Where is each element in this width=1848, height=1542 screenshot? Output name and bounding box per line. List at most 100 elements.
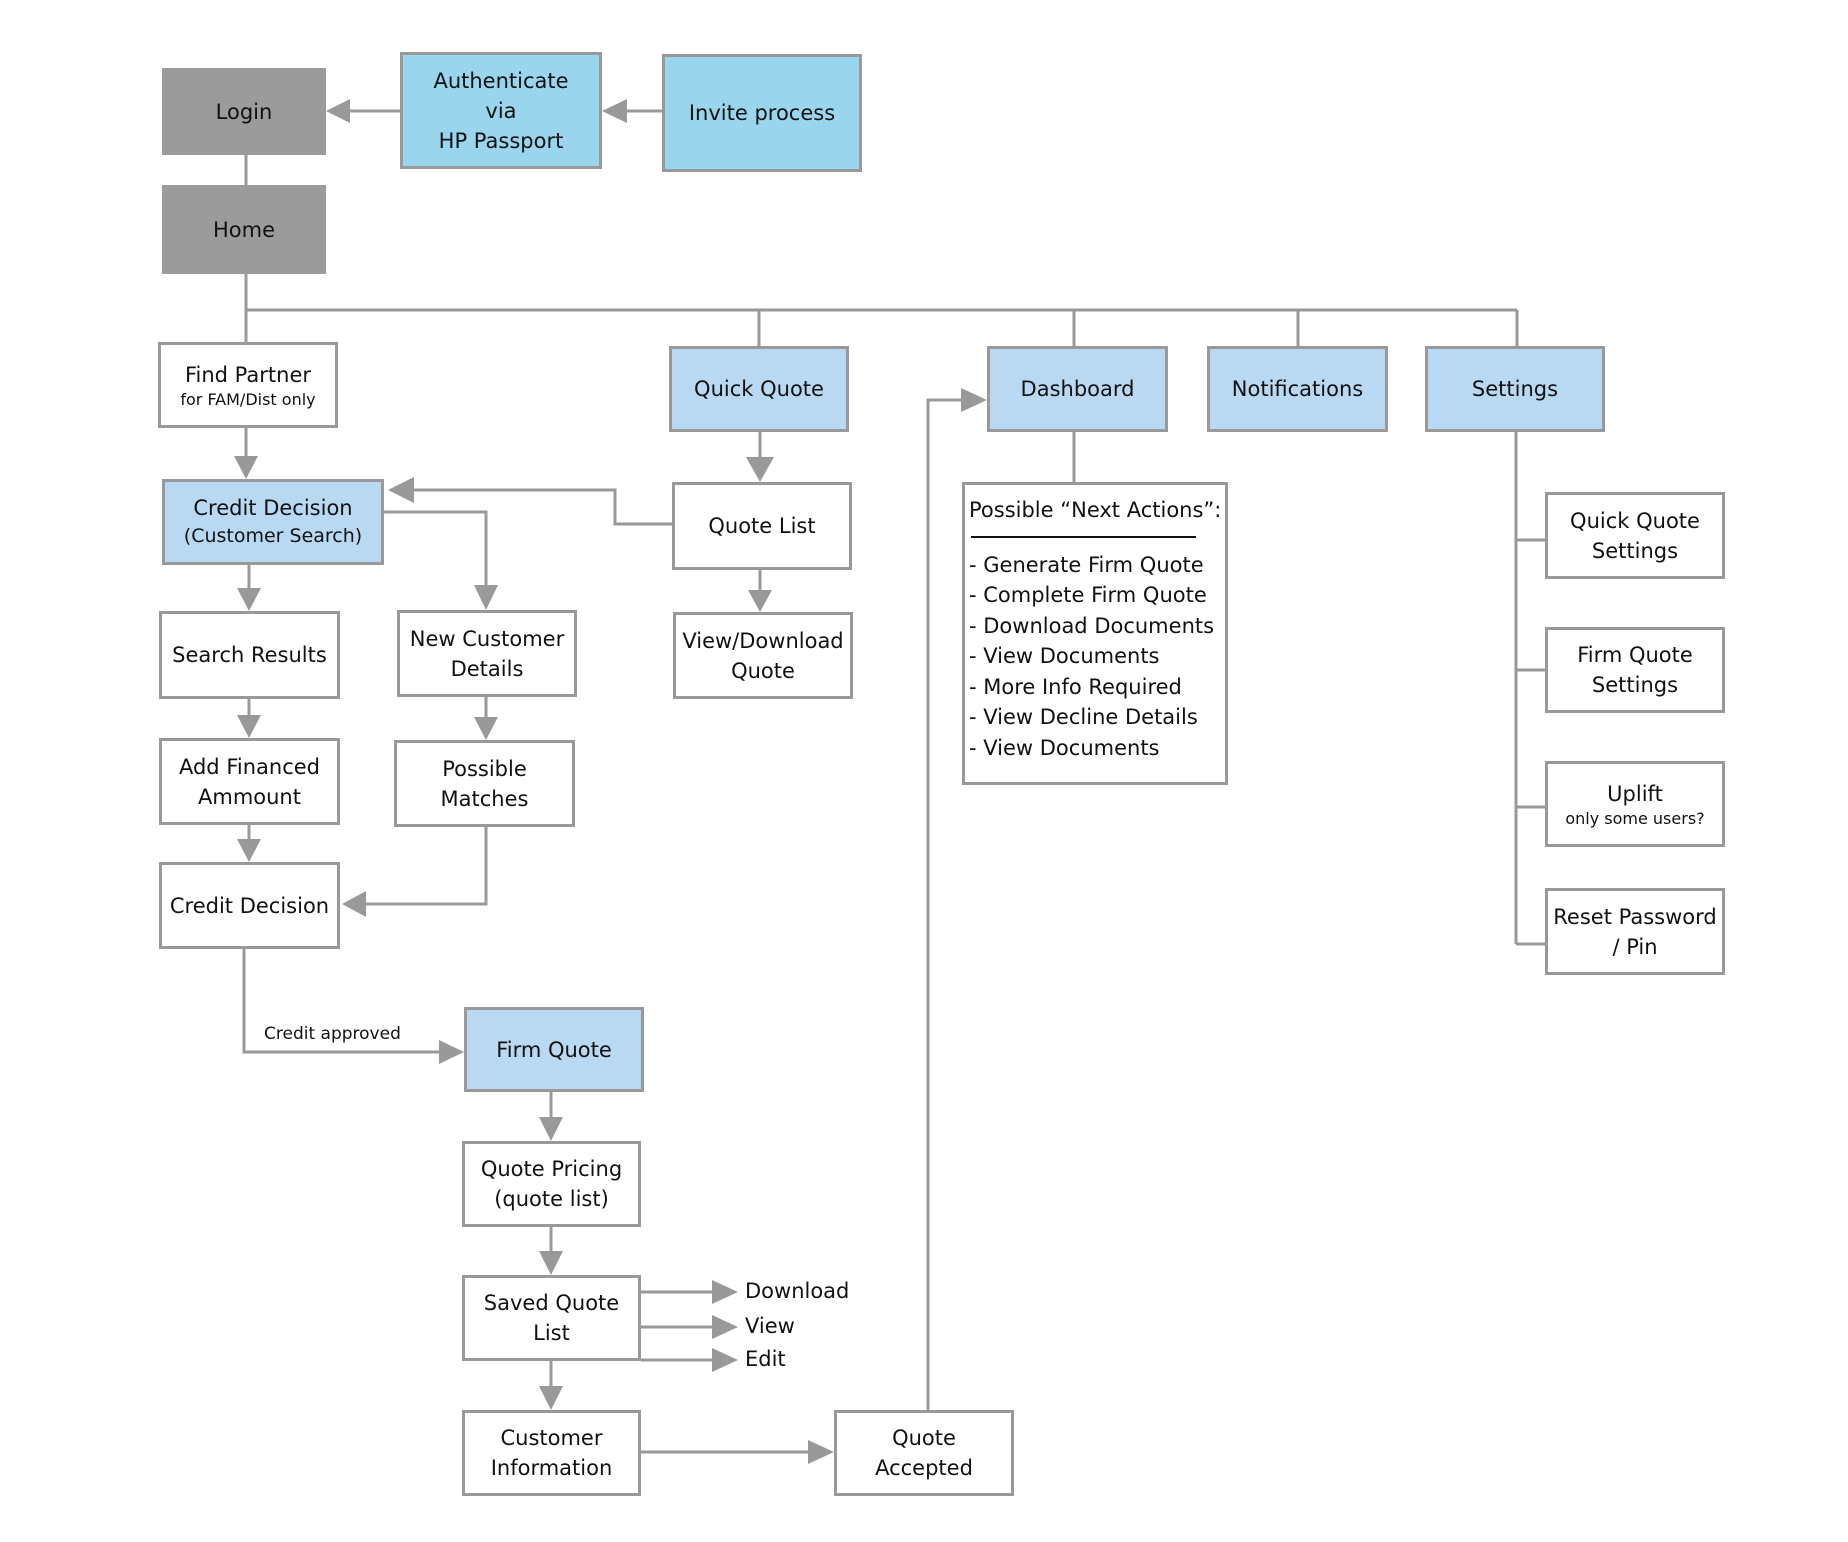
arrow-icon	[712, 1280, 738, 1304]
arrow-icon	[602, 99, 627, 123]
node-label: Quote List	[708, 514, 816, 538]
node-label: Settings	[1591, 673, 1679, 697]
node-label: New Customer	[409, 626, 565, 651]
arrow-icon	[712, 1348, 738, 1372]
next-action-item: - View Decline Details	[969, 705, 1198, 729]
accepted-to-dashboard	[926, 398, 965, 1410]
node-label: Settings	[1471, 377, 1559, 401]
arrow-icon	[388, 477, 414, 503]
node-label: via	[485, 98, 517, 123]
arrow-icon	[961, 388, 987, 412]
firm-quote-settings-node: Firm Quote Settings	[1545, 627, 1725, 713]
home-nav-bus	[244, 274, 1517, 312]
credit-decision-search-node: Credit Decision (Customer Search)	[162, 479, 384, 565]
sitemap-diagram: Login Authenticate via HP Passport Invite …	[0, 0, 1848, 1542]
node-label: / Pin	[1612, 934, 1658, 959]
settings-node: Settings	[1425, 346, 1605, 432]
arrow-icon	[474, 585, 498, 610]
credit-to-new-customer	[384, 510, 488, 590]
arrow-icon	[237, 839, 261, 862]
quote-list-to-credit	[408, 488, 672, 526]
node-sublabel: for FAM/Dist only	[180, 390, 316, 409]
next-actions-title: Possible “Next Actions”:	[969, 498, 1222, 522]
view-download-quote-node: View/Download Quote	[673, 612, 853, 699]
node-label: Credit Decision	[193, 496, 353, 520]
possible-matches-node: Possible Matches	[394, 740, 575, 827]
node-label: Possible	[442, 756, 527, 781]
notifications-node: Notifications	[1207, 346, 1388, 432]
arrow-icon	[539, 1251, 563, 1275]
node-label: Firm Quote	[496, 1037, 612, 1062]
node-label: Notifications	[1231, 377, 1364, 401]
node-label: Dashboard	[1020, 377, 1135, 401]
edit-label: Edit	[745, 1347, 786, 1371]
arrow-icon	[326, 99, 350, 123]
node-label: View/Download	[682, 628, 844, 653]
node-sublabel: (Customer Search)	[183, 525, 363, 547]
next-actions-box: Possible “Next Actions”: - Generate Firm…	[962, 482, 1228, 785]
node-label: Quote Pricing	[480, 1157, 623, 1181]
quote-accepted-node: Quote Accepted	[834, 1410, 1014, 1496]
find-partner-node: Find Partner for FAM/Dist only	[158, 342, 338, 428]
node-label: Quote	[731, 658, 795, 683]
arrow-icon	[237, 588, 261, 611]
next-action-item: - View Documents	[969, 735, 1160, 760]
next-action-item: - View Documents	[969, 644, 1160, 668]
node-label: Search Results	[172, 643, 327, 667]
next-action-item: - Download Documents	[969, 613, 1215, 638]
node-label: Ammount	[198, 784, 301, 809]
node-label: Settings	[1591, 538, 1679, 563]
arrow-icon	[539, 1117, 563, 1141]
node-label: Home	[212, 217, 275, 242]
home-node: Home	[162, 185, 326, 274]
new-customer-details-node: New Customer Details	[397, 610, 577, 697]
search-results-node: Search Results	[159, 611, 340, 699]
node-label: (quote list)	[494, 1187, 609, 1211]
node-label: Accepted	[875, 1456, 973, 1480]
quick-quote-node: Quick Quote	[669, 346, 849, 432]
node-label: Information	[490, 1456, 613, 1480]
node-label: Invite process	[688, 101, 836, 125]
node-label: Uplift	[1607, 782, 1663, 806]
customer-information-node: Customer Information	[462, 1410, 641, 1496]
firm-quote-node: Firm Quote	[464, 1007, 644, 1092]
invite-process-node: Invite process	[662, 54, 862, 172]
view-label: View	[745, 1314, 795, 1338]
login-node: Login	[162, 68, 326, 155]
quote-pricing-node: Quote Pricing (quote list)	[462, 1141, 641, 1227]
saved-quote-list-node: Saved Quote List	[462, 1275, 641, 1361]
arrow-icon	[539, 1386, 563, 1410]
arrow-icon	[712, 1315, 738, 1339]
quick-quote-settings-node: Quick Quote Settings	[1545, 492, 1725, 579]
reset-password-node: Reset Password / Pin	[1545, 888, 1725, 975]
node-label: Quick Quote	[1570, 508, 1700, 533]
download-label: Download	[745, 1279, 850, 1303]
node-label: Quick Quote	[694, 377, 824, 401]
node-label: Customer	[500, 1426, 603, 1450]
add-financed-amount-node: Add Financed Ammount	[159, 738, 340, 825]
arrow-icon	[237, 715, 261, 738]
uplift-node: Uplift only some users?	[1545, 761, 1725, 847]
divider	[971, 535, 1196, 538]
node-label: Matches	[440, 786, 529, 811]
node-label: Authenticate	[433, 68, 569, 93]
arrow-icon	[746, 457, 774, 482]
next-action-item: - Complete Firm Quote	[969, 583, 1207, 607]
node-label: Quote	[892, 1426, 956, 1450]
arrow-icon	[474, 717, 498, 740]
next-action-item: - Generate Firm Quote	[969, 552, 1204, 577]
node-label: Login	[215, 99, 273, 124]
node-label: Reset Password	[1553, 904, 1717, 929]
node-label: Credit Decision	[169, 893, 330, 918]
arrow-icon	[748, 590, 772, 612]
matches-to-credit	[362, 827, 488, 906]
arrow-icon	[808, 1440, 834, 1464]
arrow-icon	[342, 891, 366, 917]
arrow-icon	[234, 456, 258, 479]
node-label: HP Passport	[438, 128, 564, 153]
dashboard-node: Dashboard	[987, 346, 1168, 432]
node-label: Find Partner	[184, 363, 312, 387]
node-label: Details	[450, 656, 524, 681]
node-label: Saved Quote	[483, 1291, 620, 1315]
node-label: List	[533, 1321, 570, 1345]
